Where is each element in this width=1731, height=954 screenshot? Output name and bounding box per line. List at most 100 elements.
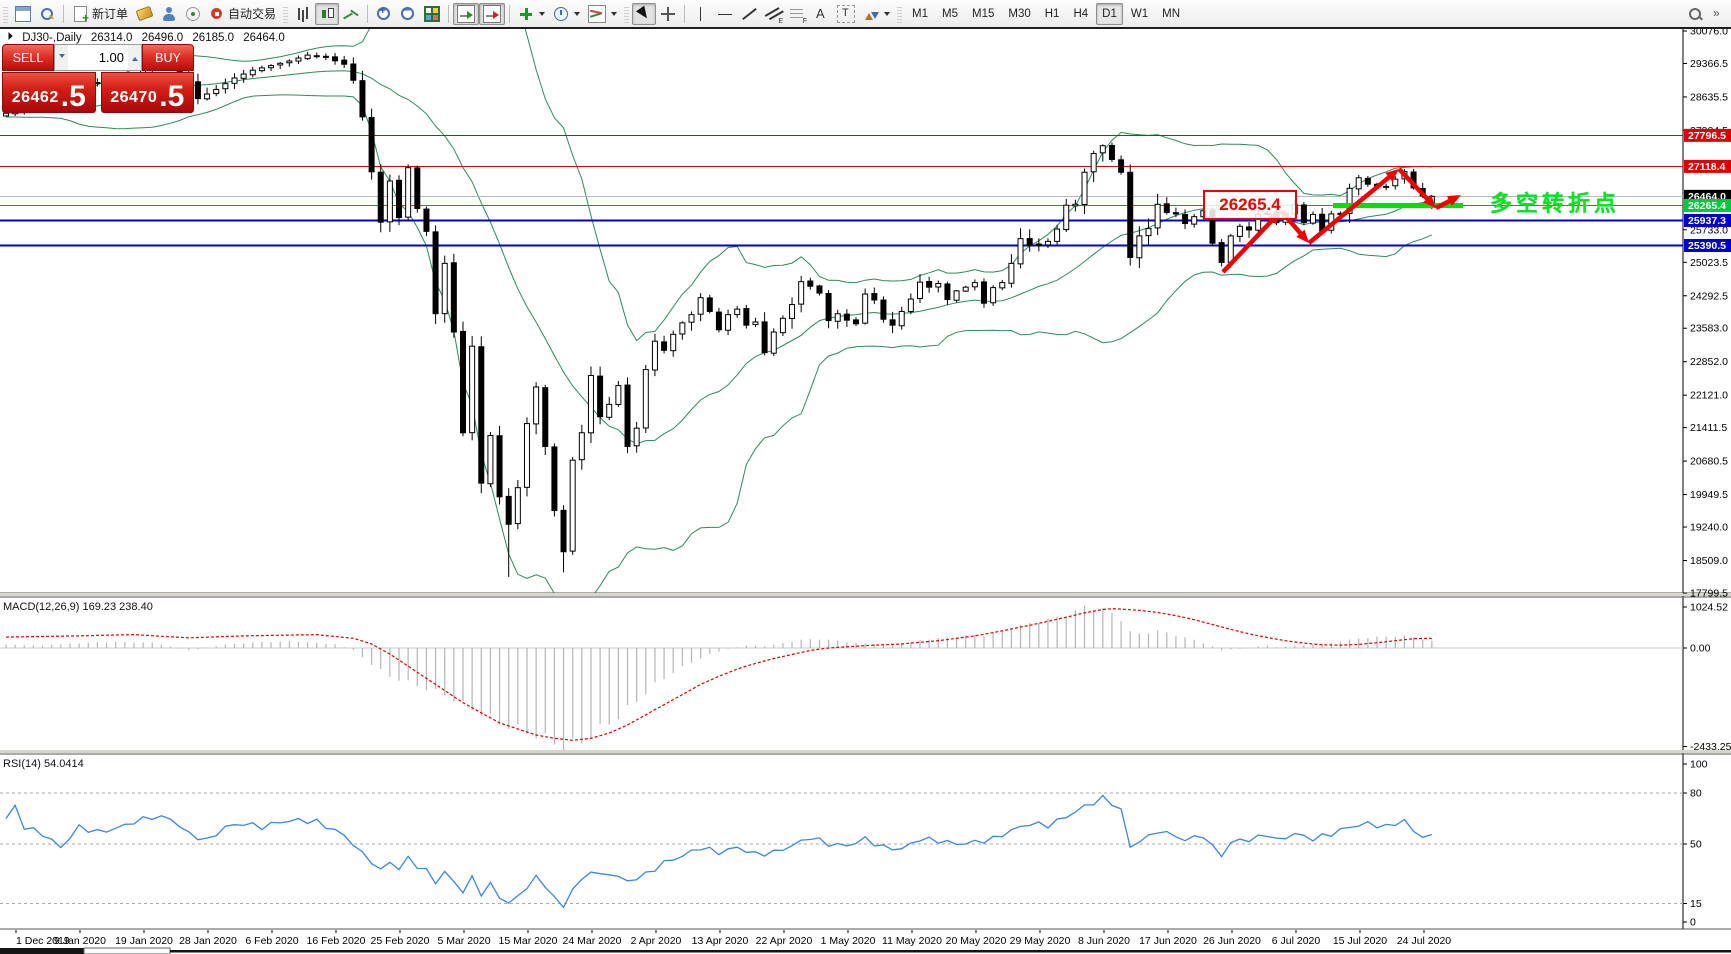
toolbar-overflow-icon[interactable] [1709,6,1725,22]
svg-text:1 May 2020: 1 May 2020 [821,935,876,947]
volume-increase-button[interactable] [128,45,141,70]
svg-text:9 Jan 2020: 9 Jan 2020 [54,935,106,947]
auto-trading-button[interactable]: 自动交易 [205,3,280,25]
bollinger-middle-band[interactable] [6,71,1432,444]
buy-price-display[interactable]: 26470 .5 [101,72,195,113]
sell-price-display[interactable]: 26462 .5 [2,72,96,113]
search-icon[interactable] [1687,6,1703,22]
templates-button[interactable] [584,3,621,25]
svg-text:2 Apr 2020: 2 Apr 2020 [631,935,682,947]
cursor-tool-button[interactable] [632,3,656,25]
price-axis[interactable]: 30076.029366.528635.527904.525733.025023… [1683,26,1731,600]
profile-button[interactable] [157,3,181,25]
zoom-out-button[interactable] [396,3,420,25]
market-watch-button[interactable] [35,3,59,25]
new-order-button[interactable]: 新订单 [68,3,132,25]
add-indicator-icon [518,6,534,22]
text-label-icon [837,5,855,23]
cursor-icon [636,6,652,22]
sell-price-frac: .5 [61,84,86,110]
line-chart-mode-button[interactable] [339,3,363,25]
sell-price-main: 26462 [12,89,59,107]
new-order-label: 新订单 [92,5,128,22]
template-icon [588,5,606,23]
tile-windows-button[interactable] [420,3,444,25]
svg-text:20680.5: 20680.5 [1690,456,1728,468]
date-axis[interactable]: 1 Dec 20199 Jan 202019 Jan 202028 Jan 20… [16,930,1451,947]
timeframe-h4[interactable]: H4 [1067,3,1094,25]
svg-text:29 May 2020: 29 May 2020 [1010,935,1071,947]
styler-button[interactable] [132,3,157,25]
bollinger-upper-band[interactable] [6,0,1432,341]
chevron-up-icon [132,54,138,61]
sell-button[interactable]: SELL [2,44,54,71]
timeframe-m5[interactable]: M5 [936,3,964,25]
auto-trading-icon [209,6,225,22]
chart-search-icon [39,6,55,22]
bar-chart-mode-button[interactable] [291,3,315,25]
bollinger-lower-band[interactable] [6,95,1432,617]
profile-icon [161,6,177,22]
new-order-icon [74,6,87,22]
price-annotation-box[interactable]: 26265.4 [1203,190,1297,220]
symbol-name: DJ30-,Daily [22,32,81,44]
svg-text:25023.5: 25023.5 [1690,257,1728,269]
dropdown-arrow-icon [539,12,545,16]
svg-text:6 Jul 2020: 6 Jul 2020 [1272,935,1321,947]
svg-text:25937.3: 25937.3 [1688,215,1726,227]
indicators-button[interactable] [514,3,549,25]
text-tool-button[interactable] [809,3,833,25]
ohlc-close: 26464.0 [243,32,285,44]
timeframe-w1[interactable]: W1 [1125,3,1154,25]
rsi-line [6,795,1432,907]
zoom-in-icon [376,6,392,22]
periods-button[interactable] [549,3,584,25]
arrows-icon [863,6,879,22]
fibonacci-tool-button[interactable] [785,3,809,25]
crosshair-icon [660,6,676,22]
timeframe-h1[interactable]: H1 [1039,3,1066,25]
zoom-in-button[interactable] [372,3,396,25]
toolbar-grip[interactable] [3,5,8,23]
svg-text:25390.5: 25390.5 [1688,240,1726,252]
svg-text:25 Feb 2020: 25 Feb 2020 [371,935,430,947]
svg-text:17 Jun 2020: 17 Jun 2020 [1139,935,1197,947]
svg-text:28 Jan 2020: 28 Jan 2020 [179,935,237,947]
auto-trading-label: 自动交易 [228,5,276,22]
turning-point-annotation[interactable]: 多空转折点 [1490,186,1620,218]
svg-text:15 Jul 2020: 15 Jul 2020 [1333,935,1387,947]
svg-text:80: 80 [1690,788,1702,800]
chart-ohlc-header: DJ30-,Daily 26314.0 26496.0 26185.0 2646… [8,31,291,44]
macd-label: MACD(12,26,9) 169.23 238.40 [3,601,153,613]
chart-area[interactable]: 30076.029366.528635.527904.525733.025023… [0,0,1731,954]
one-click-trading-panel: SELL BUY 26462 .5 26470 .5 [2,44,194,113]
channel-tool-button[interactable] [761,3,785,25]
volume-decrease-button[interactable] [55,45,68,70]
shapes-tool-button[interactable] [859,3,894,25]
timeframe-d1[interactable]: D1 [1096,3,1123,25]
trendline-tool-button[interactable] [737,3,761,25]
timeframe-m15[interactable]: M15 [966,3,1000,25]
horizontal-line-tool-button[interactable] [713,3,737,25]
buy-button[interactable]: BUY [142,44,194,71]
crosshair-tool-button[interactable] [656,3,680,25]
timeframe-m1[interactable]: M1 [906,3,934,25]
volume-input[interactable] [68,45,128,70]
horizontal-level-lines[interactable] [0,135,1683,245]
svg-text:23583.0: 23583.0 [1690,323,1728,335]
bar-chart-icon [295,6,311,22]
svg-text:22121.0: 22121.0 [1690,390,1728,402]
timeframe-m30[interactable]: M30 [1002,3,1036,25]
timeframe-mn[interactable]: MN [1156,3,1186,25]
svg-text:19240.0: 19240.0 [1690,522,1728,534]
chart-shift-icon [483,5,501,23]
vertical-line-tool-button[interactable] [689,3,713,25]
svg-text:22852.0: 22852.0 [1690,356,1728,368]
chart-shift-button[interactable] [479,3,505,25]
auto-scroll-button[interactable] [453,3,479,25]
candle-chart-mode-button[interactable] [315,3,339,25]
signals-button[interactable] [181,3,205,25]
label-tool-button[interactable] [833,3,859,25]
horizontal-scrollbar[interactable] [0,948,1731,954]
new-chart-button[interactable] [11,3,35,25]
